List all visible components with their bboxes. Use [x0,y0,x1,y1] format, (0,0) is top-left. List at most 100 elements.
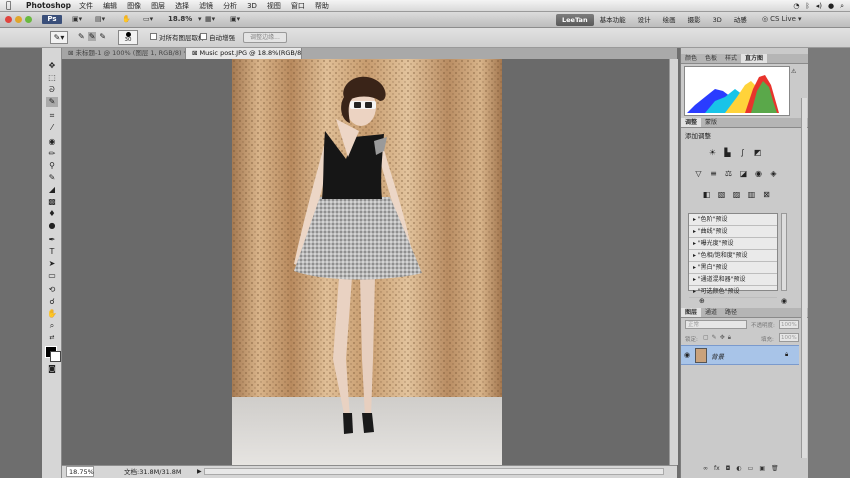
group-icon[interactable]: ▭ [748,465,754,472]
close-icon[interactable]: ⊠ [192,49,200,57]
tab-styles[interactable]: 样式 [721,54,741,63]
menu-image[interactable]: 图像 [127,1,141,11]
trash-icon[interactable]: 🗑︎ [771,465,779,472]
apple-icon[interactable]:  [6,1,18,11]
eye-icon[interactable]: ◉ [684,351,690,359]
add-selection-icon[interactable]: ✎ [87,32,97,41]
status-menu-arrow-icon[interactable]: ▶ [197,466,202,478]
adjustment-layer-icon[interactable]: ◐ [736,465,741,472]
eraser-tool-icon[interactable]: ◢ [46,185,58,195]
zoom-field[interactable]: 18.75% [66,466,94,477]
menu-window[interactable]: 窗口 [291,1,305,11]
tab-adjustments[interactable]: 调整 [681,118,702,127]
workspace-3d[interactable]: 3D [707,14,728,26]
tab-masks[interactable]: 蒙版 [701,118,721,127]
tab-histogram[interactable]: 直方图 [741,54,768,63]
add-mask-icon[interactable]: ◘ [726,465,731,472]
menu-view[interactable]: 视图 [267,1,281,11]
workspace-photography[interactable]: 摄影 [682,14,707,26]
workspace-leetan[interactable]: LeeTan [556,14,594,26]
clip-to-layer-icon[interactable]: ⊕ [699,297,705,305]
refine-edge-button[interactable]: 调整边缘... [243,32,287,43]
threshold-icon[interactable]: ▨ [731,190,742,200]
path-selection-tool-icon[interactable]: ➤ [46,259,58,269]
link-layers-icon[interactable]: ∞ [703,465,708,472]
tab-untitled[interactable]: ⊠ 未标题-1 @ 100% (图层 1, RGB/8) * [62,48,185,59]
new-layer-icon[interactable]: ▣ [759,465,765,472]
arrange-documents-icon[interactable]: ▦▾ [205,15,215,24]
menu-3d[interactable]: 3D [247,2,257,10]
brush-tool-icon[interactable]: ✏ [46,149,58,159]
shape-tool-icon[interactable]: ▭ [46,271,58,281]
mini-bridge-icon[interactable]: ▤▾ [95,15,105,24]
layer-style-icon[interactable]: fx [714,465,720,472]
chevron-down-icon[interactable]: ▾ [198,15,202,24]
screen-mode-icon[interactable]: ▣▾ [230,15,240,24]
workspace-design[interactable]: 设计 [632,14,657,26]
minimize-window-button[interactable] [15,16,22,23]
posterize-icon[interactable]: ▧ [716,190,727,200]
layer-row-background[interactable]: ◉ 背景 🔒︎ [681,345,799,365]
hue-saturation-icon[interactable]: ≡ [708,169,719,179]
new-selection-icon[interactable]: ✎ [78,32,85,41]
layer-name[interactable]: 背景 [711,351,724,361]
auto-enhance-checkbox[interactable] [200,33,207,40]
tab-paths[interactable]: 路径 [721,308,741,317]
volume-icon[interactable]: ◂) [816,2,822,10]
tool-preset-picker[interactable]: ✎▾ [50,31,68,44]
black-white-icon[interactable]: ◪ [738,169,749,179]
spotlight-icon[interactable]: ⌕ [840,2,844,11]
spot-healing-tool-icon[interactable]: ◉ [46,137,58,147]
marquee-tool-icon[interactable]: ⬚ [46,73,58,83]
preset-channel-mixer[interactable]: ▸ "通道混和器"预设 [689,274,777,286]
document-photo[interactable] [232,59,502,465]
gradient-tool-icon[interactable]: ▩ [46,197,58,207]
preset-exposure[interactable]: ▸ "曝光度"预设 [689,238,777,250]
rotate-view-icon[interactable]: ▭▾ [143,15,153,24]
zoom-tool-icon[interactable]: ⌕ [46,321,58,331]
background-color-swatch[interactable] [50,351,61,362]
gradient-map-icon[interactable]: ▥ [746,190,757,200]
tab-channels[interactable]: 通道 [701,308,721,317]
panel-options-icon[interactable]: ◉ [781,297,787,305]
app-name-menu[interactable]: Photoshop [26,1,71,10]
type-tool-icon[interactable]: T [46,247,58,257]
bluetooth-icon[interactable]: ᛒ [806,2,810,10]
menu-edit[interactable]: 编辑 [103,1,117,11]
close-icon[interactable]: ⊠ [68,49,76,57]
histogram-warning-icon[interactable]: ⚠ [791,68,796,75]
workspace-motion[interactable]: 动感 [728,14,753,26]
workspace-painting[interactable]: 绘画 [657,14,682,26]
exposure-icon[interactable]: ◩ [752,148,763,158]
blend-mode-select[interactable]: 正常 [685,320,747,329]
preset-black-white[interactable]: ▸ "黑白"预设 [689,262,777,274]
bridge-icon[interactable]: ▣▾ [72,15,82,24]
horizontal-scrollbar[interactable] [204,468,664,475]
lock-pixels-icon[interactable]: ✎ [712,334,717,342]
channel-mixer-icon[interactable]: ◈ [768,169,779,179]
canvas-area[interactable] [62,59,677,465]
panel-scrollbar[interactable] [801,98,807,458]
hand-view-icon[interactable]: ✋ [122,15,131,24]
blur-tool-icon[interactable]: ♦ [46,209,58,219]
brush-size-picker[interactable]: 30 [118,30,138,45]
subtract-selection-icon[interactable]: ✎ [99,32,106,41]
curves-icon[interactable]: ∫ [737,148,748,158]
crop-tool-icon[interactable]: ⌗ [46,111,58,121]
vibrance-icon[interactable]: ▽ [693,169,704,179]
preset-levels[interactable]: ▸ "色阶"预设 [689,214,777,226]
workspace-essentials[interactable]: 基本功能 [594,14,632,26]
lock-position-icon[interactable]: ✥ [720,334,725,342]
3d-rotate-tool-icon[interactable]: ⟲ [46,285,58,295]
hand-tool-icon[interactable]: ✋ [46,309,58,319]
menu-file[interactable]: 文件 [79,1,93,11]
menu-layer[interactable]: 图层 [151,1,165,11]
history-brush-tool-icon[interactable]: ✎ [46,173,58,183]
fill-field[interactable]: 100% [779,333,799,342]
pen-tool-icon[interactable]: ✒ [46,235,58,245]
preset-curves[interactable]: ▸ "曲线"预设 [689,226,777,238]
lock-all-icon[interactable]: 🔒︎ [728,334,731,342]
tab-layers[interactable]: 图层 [681,308,702,317]
levels-icon[interactable]: ▙ [722,148,733,158]
quick-selection-tool-icon[interactable]: ✎ [46,97,58,107]
